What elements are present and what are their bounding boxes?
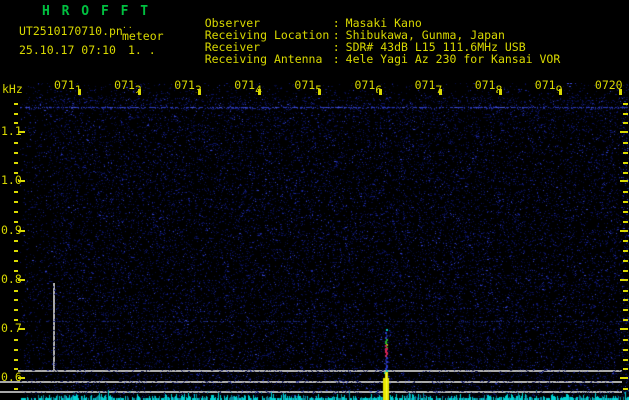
freq-minor-tick-right [623, 368, 628, 371]
freq-minor-tick-right [623, 151, 628, 154]
freq-major-tick-right [620, 377, 628, 380]
time-axis-label: 0711 [54, 79, 82, 93]
freq-minor-tick-right [623, 358, 628, 361]
minute-tick [258, 89, 262, 95]
time-axis-label: 0719 [534, 79, 563, 93]
freq-minor-tick-right [623, 102, 628, 105]
freq-minor-tick-right [623, 250, 628, 253]
frame-datetime: 25.10.17 07:10 [19, 43, 116, 57]
info-label: Receiving Antenna [204, 52, 323, 66]
freq-minor-tick-right [623, 220, 628, 223]
freq-minor-tick-right [623, 289, 628, 292]
freq-minor-tick-left [14, 368, 18, 371]
time-axis-label: 0713 [174, 79, 202, 93]
freq-minor-tick-right [623, 161, 628, 164]
freq-minor-tick-right [623, 112, 628, 115]
freq-minor-tick-left [14, 191, 18, 194]
freq-minor-tick-left [14, 161, 18, 164]
minute-tick [138, 89, 142, 95]
freq-minor-tick-left [14, 151, 18, 154]
time-axis-label: 0712 [114, 79, 142, 93]
freq-minor-tick-left [14, 338, 18, 341]
time-axis-label: 0716 [354, 79, 383, 93]
freq-minor-tick-right [623, 260, 628, 263]
hrofft-window: H R O F F T UT2510170710.pn ·· meteor 25… [0, 0, 629, 400]
time-axis-label: 0720 [594, 79, 623, 92]
freq-minor-tick-right [623, 240, 628, 243]
freq-minor-tick-right [623, 122, 628, 125]
freq-major-tick-left [18, 229, 25, 232]
freq-major-tick-right [620, 180, 628, 183]
freq-minor-tick-left [14, 122, 18, 125]
freq-minor-tick-left [14, 358, 18, 361]
time-axis-label: 0714 [234, 79, 263, 93]
freq-minor-tick-right [623, 319, 628, 322]
freq-major-tick-left [18, 328, 25, 330]
minute-tick [618, 89, 622, 95]
app-title: H R O F F T [42, 4, 151, 19]
freq-minor-tick-right [623, 309, 628, 312]
info-value: 4ele Yagi Az 230 for Kansai VOR [345, 52, 561, 66]
freq-minor-tick-right [623, 388, 628, 391]
observation-note-label: meteor [122, 29, 164, 43]
minute-tick [198, 89, 202, 95]
freq-minor-tick-left [14, 250, 18, 253]
freq-minor-tick-left [14, 260, 18, 263]
freq-minor-tick-right [623, 201, 628, 204]
freq-major-tick-right [620, 328, 628, 330]
freq-axis-unit-label: kHz [2, 82, 23, 96]
freq-minor-tick-right [623, 338, 628, 341]
freq-minor-tick-left [14, 142, 18, 145]
minute-tick [378, 89, 382, 95]
freq-minor-tick-left [14, 240, 18, 243]
freq-minor-tick-left [14, 388, 18, 391]
minute-tick [438, 89, 442, 95]
spectrogram-canvas [20, 83, 629, 400]
freq-minor-tick-left [14, 348, 18, 351]
freq-minor-tick-left [14, 102, 18, 105]
freq-minor-tick-left [14, 269, 18, 272]
freq-minor-tick-left [14, 299, 18, 302]
minute-tick [78, 89, 81, 95]
freq-major-tick-left [18, 278, 25, 281]
freq-minor-tick-right [623, 210, 628, 213]
time-axis-label: 0717 [414, 79, 443, 93]
freq-minor-tick-left [14, 112, 18, 115]
freq-minor-tick-right [623, 171, 628, 174]
freq-minor-tick-left [14, 289, 18, 292]
freq-major-tick-right [620, 278, 628, 281]
freq-minor-tick-right [623, 191, 628, 194]
info-row-antenna: Receiving Antenna:4ele Yagi Az 230 for K… [177, 41, 561, 77]
freq-major-tick-right [620, 131, 628, 134]
freq-minor-tick-left [14, 171, 18, 174]
minute-tick [558, 89, 562, 95]
info-colon: : [332, 52, 340, 66]
minute-tick [318, 89, 322, 95]
freq-major-tick-left [18, 180, 25, 183]
freq-minor-tick-right [623, 142, 628, 145]
freq-minor-tick-right [623, 269, 628, 272]
freq-minor-tick-left [14, 309, 18, 312]
freq-major-tick-right [620, 229, 628, 232]
freq-major-tick-left [18, 377, 25, 380]
echo-counter: 1. . [128, 43, 156, 57]
freq-minor-tick-left [14, 220, 18, 223]
time-axis-label: 0715 [294, 79, 323, 93]
freq-minor-tick-left [14, 210, 18, 213]
minute-tick [498, 89, 502, 95]
freq-minor-tick-left [14, 319, 18, 322]
freq-major-tick-left [18, 131, 25, 134]
freq-minor-tick-left [14, 201, 18, 204]
freq-minor-tick-right [623, 348, 628, 351]
freq-minor-tick-right [623, 299, 628, 302]
frame-filename: UT2510170710.pn [19, 24, 123, 38]
time-axis-label: 0718 [474, 79, 503, 93]
